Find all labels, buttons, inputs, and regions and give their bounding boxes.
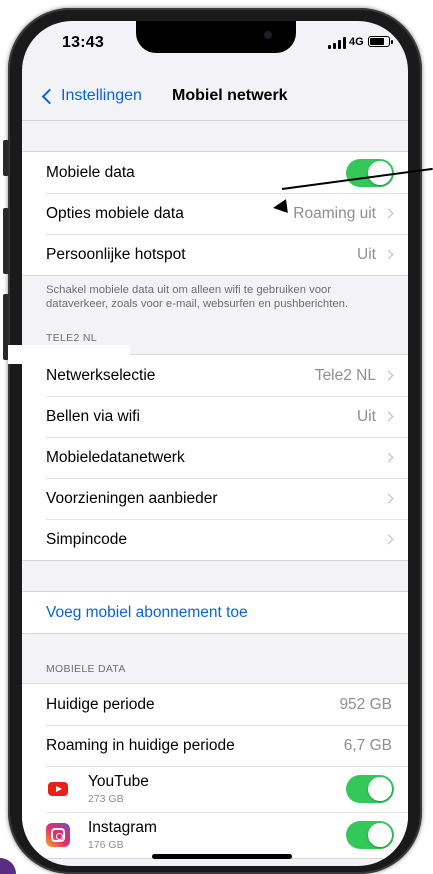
hotspot-label: Persoonlijke hotspot [46, 245, 186, 263]
app-row-youtube: YouTube 273 GB [22, 766, 408, 812]
instagram-icon [46, 823, 70, 847]
hotspot-row[interactable]: Persoonlijke hotspot Uit [22, 234, 408, 275]
silent-switch [3, 140, 9, 176]
volume-up-button [3, 208, 9, 274]
app-name: YouTube [88, 773, 149, 790]
wifi-calling-row[interactable]: Bellen via wifi Uit [22, 396, 408, 437]
youtube-icon [46, 777, 70, 801]
carrier-services-label: Voorzieningen aanbieder [46, 489, 218, 507]
app-name: Instagram [88, 819, 157, 836]
wifi-calling-value: Uit [357, 407, 376, 425]
network-selection-label: Netwerkselectie [46, 366, 156, 384]
mobile-data-toggle[interactable] [346, 158, 394, 187]
network-selection-value: Tele2 NL [314, 366, 376, 384]
navigation-bar: Instellingen Mobiel netwerk [22, 81, 408, 121]
chevron-right-icon [383, 370, 394, 381]
carrier-group: Netwerkselectie Tele2 NL Bellen via wifi… [22, 354, 408, 561]
youtube-data-toggle[interactable] [346, 775, 394, 803]
back-button[interactable]: Instellingen [40, 87, 142, 105]
redaction-box [8, 345, 130, 364]
chevron-right-icon [383, 411, 394, 422]
phone-frame: 13:43 4G Instellingen Mobiel netwerk Mob… [3, 8, 422, 874]
page-title: Mobiel netwerk [172, 87, 288, 104]
battery-icon [368, 36, 393, 47]
network-type: 4G [349, 36, 364, 48]
sim-pin-label: Simpincode [46, 530, 127, 548]
nav-divider [22, 120, 408, 121]
app-row-instagram: Instagram 176 GB [22, 812, 408, 858]
clock: 13:43 [62, 34, 104, 51]
mobile-data-usage-group: Huidige periode 952 GB Roaming in huidig… [22, 683, 408, 859]
add-plan-button[interactable]: Voeg mobiel abonnement toe [22, 592, 408, 633]
app-size: 176 GB [88, 839, 124, 851]
mobile-data-footnote: Schakel mobiele data uit om alleen wifi … [46, 284, 349, 310]
background-corner [0, 858, 16, 874]
mobile-data-section-header: MOBIELE DATA [46, 663, 126, 675]
arrow-head-icon [272, 199, 288, 215]
stage: 13:43 4G Instellingen Mobiel netwerk Mob… [0, 0, 433, 874]
mobile-data-label: Mobiele data [46, 163, 135, 181]
mobile-data-network-label: Mobieledatanetwerk [46, 448, 185, 466]
mobile-data-row: Mobiele data [22, 152, 408, 193]
roaming-period-row: Roaming in huidige periode 6,7 GB [22, 725, 408, 766]
hotspot-value: Uit [357, 245, 376, 263]
camera-icon [264, 31, 272, 39]
chevron-left-icon [41, 88, 58, 104]
back-label: Instellingen [61, 87, 142, 104]
current-period-value: 952 GB [339, 695, 392, 713]
data-options-row[interactable]: Opties mobiele data Roaming uit [22, 193, 408, 234]
mobile-data-group: Mobiele data Opties mobiele data Roaming… [22, 151, 408, 276]
data-options-value: Roaming uit [293, 204, 376, 222]
carrier-section-header: TELE2 NL [46, 332, 97, 344]
app-size: 273 GB [88, 793, 124, 805]
sim-pin-row[interactable]: Simpincode [22, 519, 408, 560]
current-period-row: Huidige periode 952 GB [22, 684, 408, 725]
add-plan-group: Voeg mobiel abonnement toe [22, 591, 408, 634]
current-period-label: Huidige periode [46, 695, 155, 713]
home-indicator [152, 854, 292, 859]
wifi-calling-label: Bellen via wifi [46, 407, 140, 425]
chevron-right-icon [383, 249, 394, 260]
roaming-period-value: 6,7 GB [343, 736, 392, 754]
mobile-data-network-row[interactable]: Mobieledatanetwerk [22, 437, 408, 478]
signal-icon [328, 37, 346, 49]
data-options-label: Opties mobiele data [46, 204, 184, 222]
instagram-data-toggle[interactable] [346, 821, 394, 849]
roaming-period-label: Roaming in huidige periode [46, 736, 235, 754]
chevron-right-icon [383, 534, 394, 545]
chevron-right-icon [383, 452, 394, 463]
notch [136, 21, 296, 53]
carrier-services-row[interactable]: Voorzieningen aanbieder [22, 478, 408, 519]
toggle-knob [368, 823, 392, 847]
screen: 13:43 4G Instellingen Mobiel netwerk Mob… [22, 21, 408, 866]
chevron-right-icon [383, 208, 394, 219]
toggle-knob [368, 160, 392, 185]
chevron-right-icon [383, 493, 394, 504]
toggle-knob [368, 777, 392, 801]
